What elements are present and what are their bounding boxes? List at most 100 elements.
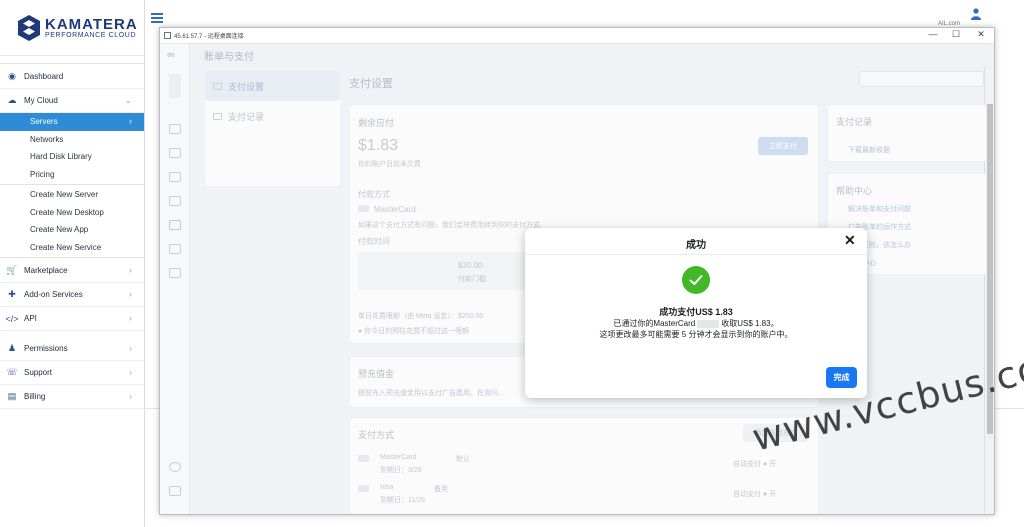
pay-now-button[interactable]: 立即支付 — [758, 137, 808, 155]
user-icon[interactable] — [971, 8, 981, 20]
card-name: MasterCard · — [374, 205, 421, 214]
table-icon[interactable] — [169, 148, 181, 158]
method-autopay[interactable]: 自动支付 ● 开 — [733, 489, 776, 499]
sidebar-item-create-new-desktop[interactable]: Create New Desktop — [0, 204, 144, 222]
mastercard-icon — [358, 205, 369, 212]
chevron-right-icon: › — [129, 265, 132, 275]
maximize-button[interactable]: ☐ — [946, 29, 966, 40]
meta-logo-icon: ∞ — [167, 49, 175, 61]
sidebar-item-label: Create New Server — [30, 190, 99, 200]
headset-icon: ☏ — [6, 367, 18, 377]
method-tag: 默认 — [456, 456, 470, 463]
done-button[interactable]: 完成 — [826, 367, 857, 388]
sidebar-item-pricing[interactable]: Pricing — [0, 166, 144, 184]
threshold-box — [358, 252, 538, 290]
delay-message: 这项更改最多可能需要 5 分钟才会显示到你的账户中。 — [599, 330, 793, 339]
sidebar: KAMATERA PERFORMANCE CLOUD ◉ Dashboard ☁… — [0, 0, 145, 527]
prepay-text: 提前充入预充值金用以支付广告费用。在询问... — [358, 390, 504, 397]
megaphone-icon[interactable] — [169, 244, 181, 254]
users-icon: ♟ — [7, 343, 17, 353]
brand-name: KAMATERA — [45, 15, 138, 33]
sidebar-item-label: Permissions — [24, 344, 68, 353]
account-selector[interactable] — [859, 71, 984, 87]
sidebar-item-my-cloud[interactable]: ☁ My Cloud ⌄ — [0, 89, 144, 113]
billing-icon[interactable] — [169, 220, 181, 230]
close-icon[interactable]: ✕ — [844, 233, 856, 247]
kamatera-logo[interactable]: KAMATERA PERFORMANCE CLOUD — [0, 0, 144, 56]
page-title: 支付设置 — [349, 78, 393, 90]
sidebar-item-hard-disk-library[interactable]: Hard Disk Library — [0, 148, 144, 166]
charge-message-start: 已通过你的MasterCard — [613, 319, 696, 328]
sidebar-item-label: Support — [24, 368, 53, 377]
activity-icon — [213, 112, 222, 120]
sidebar-item-billing[interactable]: ▤ Billing › — [0, 385, 144, 409]
sidebar-item-marketplace[interactable]: 🛒 Marketplace › — [0, 259, 144, 283]
sidebar-item-label: Hard Disk Library — [30, 152, 92, 162]
addon-icon: ✚ — [8, 289, 16, 299]
method-expiry: 到期日：3/28 — [380, 467, 422, 474]
menu-toggle-icon[interactable] — [151, 13, 163, 23]
method-expiry: 到期日：11/28 — [380, 497, 425, 504]
threshold-note: 付款门槛 — [458, 276, 486, 283]
card-note: 如果这个支付方式有问题，我们会将费用转到你的支付方式 — [358, 222, 540, 229]
dashboard-icon: ◉ — [8, 71, 16, 81]
code-icon: </> — [5, 313, 19, 324]
download-receipt-link[interactable]: 下载最新收据 — [848, 145, 890, 155]
card-icon: ▤ — [7, 391, 17, 401]
sidebar-item-support[interactable]: ☏ Support › — [0, 361, 144, 385]
nav-label: 支付设置 — [228, 81, 265, 92]
balance-title: 剩余应付 — [358, 118, 395, 128]
sidebar-item-add-on-services[interactable]: ✚ Add-on Services › — [0, 283, 144, 307]
list-icon[interactable] — [169, 268, 181, 278]
chevron-down-icon: ⌄ — [124, 95, 132, 105]
help-link[interactable]: 解决账单和支付问题 — [848, 204, 911, 214]
sidebar-item-label: API — [24, 314, 37, 323]
sidebar-item-label: Networks — [30, 134, 64, 144]
sidebar-item-dashboard[interactable]: ◉ Dashboard — [0, 65, 144, 89]
records-card: 支付记录 下载最新收据 — [827, 104, 987, 162]
meta-side-rail: ∞ — [160, 44, 190, 514]
sidebar-item-label: Marketplace — [24, 266, 68, 275]
dialog-title: 成功 — [686, 240, 706, 251]
cloud-icon: ☁ — [7, 95, 17, 105]
nav-payment-activity[interactable]: 支付记录 — [205, 101, 340, 131]
sidebar-item-label: Create New Desktop — [30, 207, 104, 217]
window-close-button[interactable]: ✕ — [971, 29, 991, 40]
sidebar-item-create-new-server[interactable]: Create New Server — [0, 186, 144, 204]
cart-icon: 🛒 — [6, 265, 18, 275]
sidebar-item-create-new-service[interactable]: Create New Service — [0, 239, 144, 257]
sidebar-item-networks[interactable]: Networks — [0, 131, 144, 149]
sidebar-item-label: Create New App — [30, 225, 89, 235]
audience-icon[interactable] — [169, 196, 181, 206]
mastercard-icon — [358, 455, 369, 462]
account-avatar[interactable] — [169, 74, 181, 98]
sidebar-item-api[interactable]: </> API › — [0, 307, 144, 331]
report-icon[interactable] — [169, 486, 181, 496]
pages-icon[interactable] — [169, 172, 181, 182]
sidebar-item-servers[interactable]: Servers › — [0, 113, 144, 131]
method-autopay[interactable]: 自动支付 ● 开 — [733, 459, 776, 469]
sidebar-item-create-new-app[interactable]: Create New App — [0, 221, 144, 239]
chevron-right-icon: › — [129, 289, 132, 299]
tag-icon — [213, 82, 222, 90]
sidebar-item-label: Pricing — [30, 169, 55, 179]
sidebar-item-label: Servers — [30, 117, 58, 127]
chevron-right-icon: › — [129, 343, 132, 353]
nav-payment-settings[interactable]: 支付设置 — [205, 71, 340, 101]
payment-success-dialog: 成功 ✕ 成功支付US$ 1.83 已通过你的MasterCard 收取US$ 1… — [525, 228, 867, 398]
help-icon[interactable] — [169, 462, 181, 472]
minimize-button[interactable]: — — [923, 29, 943, 39]
methods-title: 支付方式 — [358, 430, 395, 440]
sidebar-item-permissions[interactable]: ♟ Permissions › — [0, 337, 144, 361]
method-brand: MasterCard — [380, 454, 417, 461]
charge-message: 已通过你的MasterCard 收取US$ 1.83。 — [525, 318, 867, 329]
method-brand: Visa — [380, 484, 394, 491]
chevron-right-icon: › — [129, 391, 132, 401]
payment-time-label: 付款时间 — [358, 237, 390, 246]
help-title: 帮助中心 — [836, 186, 873, 196]
spend-limit: 单日花费限额（由 Meta 设定）：$250.00 — [358, 313, 484, 320]
face-icon[interactable] — [169, 124, 181, 134]
dialog-divider — [525, 254, 867, 255]
threshold-amount: $20.00 — [458, 261, 483, 270]
records-title: 支付记录 — [836, 117, 873, 127]
